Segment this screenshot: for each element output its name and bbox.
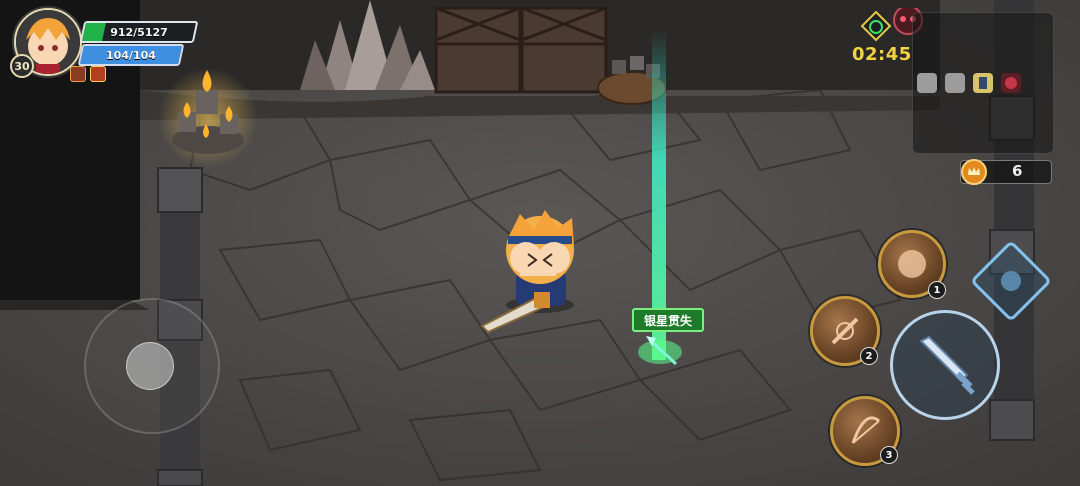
buff-icon	[70, 66, 86, 82]
player-level-badge: 30	[10, 54, 34, 78]
dash-icon	[1001, 271, 1021, 291]
crown-coin-icon	[961, 159, 987, 185]
currency-count: 6	[1012, 162, 1023, 180]
stage-timer: 02:45	[852, 44, 912, 65]
shrine-icon	[979, 77, 987, 89]
minimap-boss-room	[1001, 73, 1021, 93]
game-screen: 30 912/5127 104/104 02:45 6 银星贯失 1 2 3	[0, 0, 1080, 486]
boss-skull-icon	[1005, 77, 1017, 89]
minimap-room	[945, 73, 965, 93]
skill-slot-number: 3	[880, 446, 898, 464]
item-drop-label[interactable]: 银星贯失	[632, 308, 705, 332]
shield-bar: 104/104	[77, 44, 185, 66]
minimap-shrine-room	[973, 73, 993, 93]
hp-bar: 912/5127	[79, 21, 199, 43]
status-effects	[70, 66, 106, 82]
candle-brazier	[158, 68, 258, 168]
attack-button[interactable]	[890, 310, 1000, 420]
skill-slot-number: 2	[860, 347, 878, 365]
joystick-knob[interactable]	[126, 342, 174, 390]
minimap-room	[917, 73, 937, 93]
fire-buff-icon	[90, 66, 106, 82]
hp-text: 912/5127	[110, 25, 168, 39]
stopwatch-icon	[860, 10, 892, 42]
skill-slot-number: 1	[928, 281, 946, 299]
shield-text: 104/104	[106, 48, 156, 62]
sword-icon	[919, 335, 975, 395]
minimap[interactable]	[912, 12, 1054, 154]
wooden-crates	[434, 6, 608, 94]
